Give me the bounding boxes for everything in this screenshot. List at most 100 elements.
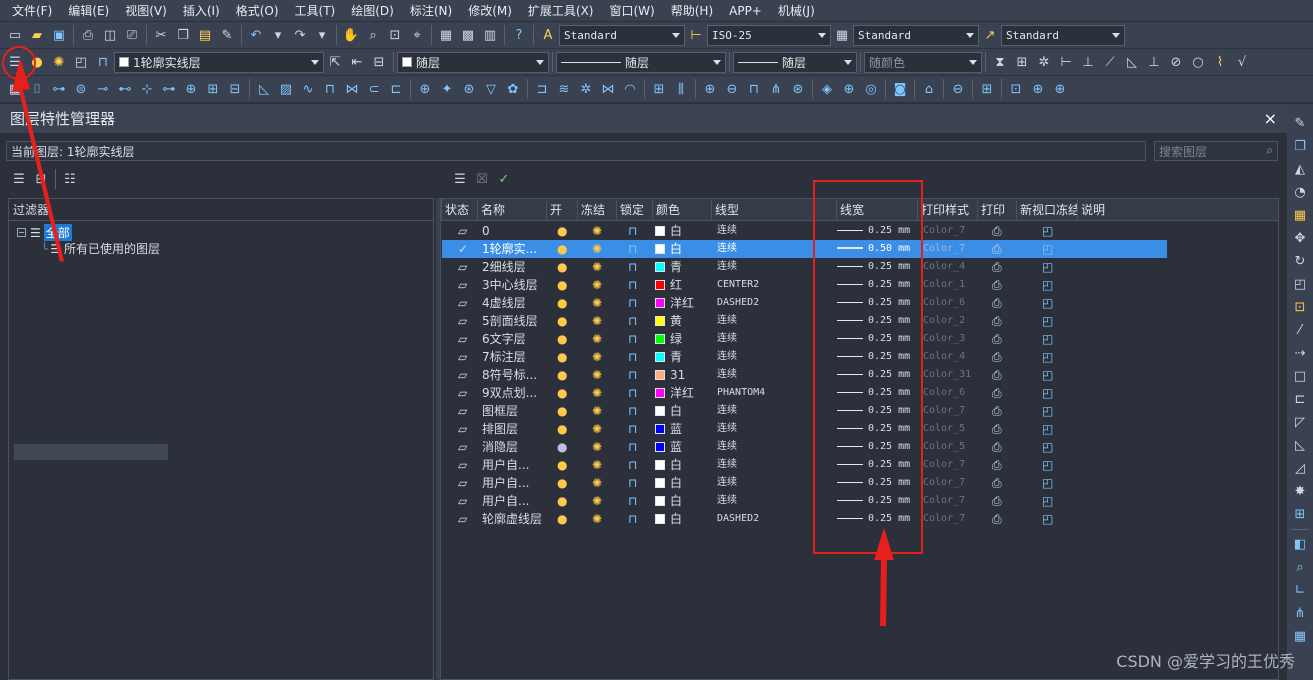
mech-tool-24-icon[interactable]: ⊐	[531, 78, 553, 100]
layer-unlock-icon[interactable]: ⊓	[628, 240, 637, 258]
snap-icon[interactable]: ⋔	[1289, 602, 1311, 625]
layer-thaw-sun-icon[interactable]: ✺	[592, 510, 602, 528]
layer-combo[interactable]: 1轮廓实线层	[114, 51, 324, 73]
layer-row[interactable]: ⏥ 轮廓虚线层 ● ✺ ⊓ 白 DASHED2 0.25 mm Color_7 ⎙ ◰	[442, 510, 1167, 528]
layer-name[interactable]: 4虚线层	[482, 294, 526, 312]
column-header[interactable]: 名称	[477, 199, 546, 221]
search-layer-input[interactable]: 搜索图层 ⌕	[1154, 141, 1278, 161]
new-viewport-freeze-icon[interactable]: ◰	[1042, 276, 1053, 294]
new-viewport-freeze-icon[interactable]: ◰	[1042, 438, 1053, 456]
layer-name[interactable]: 消隐层	[482, 438, 518, 456]
layer-name[interactable]: 排图层	[482, 420, 518, 438]
printer-icon[interactable]: ⎙	[992, 456, 1002, 474]
column-header[interactable]: 打印样式	[917, 199, 977, 221]
make-object-layer-current-icon[interactable]: ⇱	[324, 51, 346, 73]
layer-unlock-icon[interactable]: ⊓	[628, 492, 637, 510]
new-viewport-freeze-icon[interactable]: ◰	[1042, 492, 1053, 510]
break-icon[interactable]: □	[1289, 365, 1311, 388]
layer-row[interactable]: ⏥ 4虚线层 ● ✺ ⊓ 洋红 DASHED2 0.25 mm Color_6 ⎙ ◰	[442, 294, 1167, 312]
print-icon[interactable]: ⎙	[77, 24, 99, 46]
layer-name[interactable]: 用户自...	[482, 474, 529, 492]
new-viewport-freeze-icon[interactable]: ◰	[1042, 402, 1053, 420]
layer-name[interactable]: 8符号标...	[482, 366, 537, 384]
layer-linetype[interactable]: DASHED2	[717, 510, 759, 528]
printer-icon[interactable]: ⎙	[992, 294, 1002, 312]
layer-linetype[interactable]: CENTER2	[717, 276, 759, 294]
printer-icon[interactable]: ⎙	[992, 510, 1002, 528]
mech-tool-11-icon[interactable]: ⊟	[224, 78, 246, 100]
layer-row[interactable]: ✓ 1轮廓实... ● ✺ ⊓ 白连续 0.50 mm Color_7 ⎙ ◰	[442, 240, 1167, 258]
print-preview-icon[interactable]: ◫	[99, 24, 121, 46]
printer-icon[interactable]: ⎙	[992, 420, 1002, 438]
menu-item[interactable]: 工具(T)	[287, 0, 344, 22]
fit-icon[interactable]: ⊢	[1055, 51, 1077, 73]
layer-color[interactable]: 白	[655, 474, 682, 492]
layer-color[interactable]: 黄	[655, 312, 682, 330]
layer-row[interactable]: ⏥ 6文字层 ● ✺ ⊓ 绿连续 0.25 mm Color_3 ⎙ ◰	[442, 330, 1167, 348]
mech-tool-39-icon[interactable]: ◙	[889, 78, 911, 100]
mech-tool-27-icon[interactable]: ⋈	[597, 78, 619, 100]
layer-name[interactable]: 3中心线层	[482, 276, 538, 294]
filter-tree-used-layers[interactable]: └ ☰ 所有已使用的图层	[41, 240, 160, 257]
layer-on-bulb-icon[interactable]: ●	[557, 330, 567, 348]
mech-tool-7-icon[interactable]: ⊹	[136, 78, 158, 100]
slope-icon[interactable]: ⟋	[1099, 51, 1121, 73]
layer-row[interactable]: ⏥ 用户自... ● ✺ ⊓ 白连续 0.25 mm Color_7 ⎙ ◰	[442, 456, 1167, 474]
layer-state-icon[interactable]: ⊟	[368, 51, 390, 73]
new-viewport-freeze-icon[interactable]: ◰	[1042, 456, 1053, 474]
mech-tool-34-icon[interactable]: ⋔	[765, 78, 787, 100]
layer-color[interactable]: 白	[655, 510, 682, 528]
tool-extra-icon[interactable]: ⊞	[1289, 503, 1311, 526]
layer-thaw-sun-icon[interactable]: ✺	[592, 294, 602, 312]
printer-icon[interactable]: ⎙	[992, 312, 1002, 330]
layer-color[interactable]: 白	[655, 402, 682, 420]
mech-tool-13-icon[interactable]: ▨	[275, 78, 297, 100]
layer-unlock-icon[interactable]: ⊓	[628, 384, 637, 402]
menu-item[interactable]: 帮助(H)	[663, 0, 721, 22]
vertical-dim-icon[interactable]: ⊥	[1077, 51, 1099, 73]
mech-tool-4-icon[interactable]: ⊜	[70, 78, 92, 100]
layer-thaw-sun-icon[interactable]: ✺	[592, 222, 602, 240]
tree-collapse-icon[interactable]: −	[17, 228, 26, 237]
layer-on-bulb-icon[interactable]: ●	[557, 348, 567, 366]
mech-tool-18-icon[interactable]: ⊏	[385, 78, 407, 100]
linetype-combo[interactable]: 随层	[556, 51, 726, 73]
new-viewport-freeze-icon[interactable]: ◰	[1042, 312, 1053, 330]
layer-row[interactable]: ⏥ 消隐层 ● ✺ ⊓ 蓝连续 0.25 mm Color_5 ⎙ ◰	[442, 438, 1167, 456]
layer-linetype[interactable]: 连续	[717, 258, 737, 276]
layer-thaw-sun-icon[interactable]: ✺	[592, 402, 602, 420]
undo-icon[interactable]: ↶	[245, 24, 267, 46]
mech-tool-43-icon[interactable]: ⊡	[1005, 78, 1027, 100]
new-layer-icon[interactable]: ☰	[449, 168, 471, 190]
layer-row[interactable]: ⏥ 5剖面线层 ● ✺ ⊓ 黄连续 0.25 mm Color_2 ⎙ ◰	[442, 312, 1167, 330]
mech-tool-21-icon[interactable]: ⊛	[458, 78, 480, 100]
new-viewport-freeze-icon[interactable]: ◰	[1042, 474, 1053, 492]
explode-icon[interactable]: ✸	[1289, 480, 1311, 503]
printer-icon[interactable]: ⎙	[992, 276, 1002, 294]
layer-thaw-sun-icon[interactable]: ✺	[592, 420, 602, 438]
copy-icon[interactable]: ❐	[172, 24, 194, 46]
open-folder-icon[interactable]: ▰	[26, 24, 48, 46]
layer-name[interactable]: 9双点划...	[482, 384, 537, 402]
printer-icon[interactable]: ⎙	[992, 384, 1002, 402]
datum-icon[interactable]: ⊥	[1143, 51, 1165, 73]
menu-item[interactable]: 编辑(E)	[60, 0, 117, 22]
mech-tool-17-icon[interactable]: ⊂	[363, 78, 385, 100]
column-header[interactable]: 颜色	[652, 199, 711, 221]
layer-state-icon[interactable]: ⏥	[458, 492, 467, 510]
layer-state-icon[interactable]: ⏥	[458, 420, 467, 438]
printer-icon[interactable]: ⎙	[992, 330, 1002, 348]
stretch-icon[interactable]: ⊡	[1289, 296, 1311, 319]
layer-state-icon[interactable]: ⏥	[458, 456, 467, 474]
layer-color[interactable]: 绿	[655, 330, 682, 348]
layer-name[interactable]: 用户自...	[482, 456, 529, 474]
new-viewport-freeze-icon[interactable]: ◰	[1042, 348, 1053, 366]
layer-state-icon[interactable]: ⏥	[458, 330, 467, 348]
zoom-window-icon[interactable]: ⊡	[384, 24, 406, 46]
layer-on-bulb-icon[interactable]: ●	[557, 420, 567, 438]
layer-row[interactable]: ⏥ 图框层 ● ✺ ⊓ 白连续 0.25 mm Color_7 ⎙ ◰	[442, 402, 1167, 420]
text-style-combo[interactable]: Standard	[559, 24, 685, 46]
mech-tool-28-icon[interactable]: ◠	[619, 78, 641, 100]
mech-tool-5-icon[interactable]: ⊸	[92, 78, 114, 100]
extend-icon[interactable]: ⇢	[1289, 342, 1311, 365]
